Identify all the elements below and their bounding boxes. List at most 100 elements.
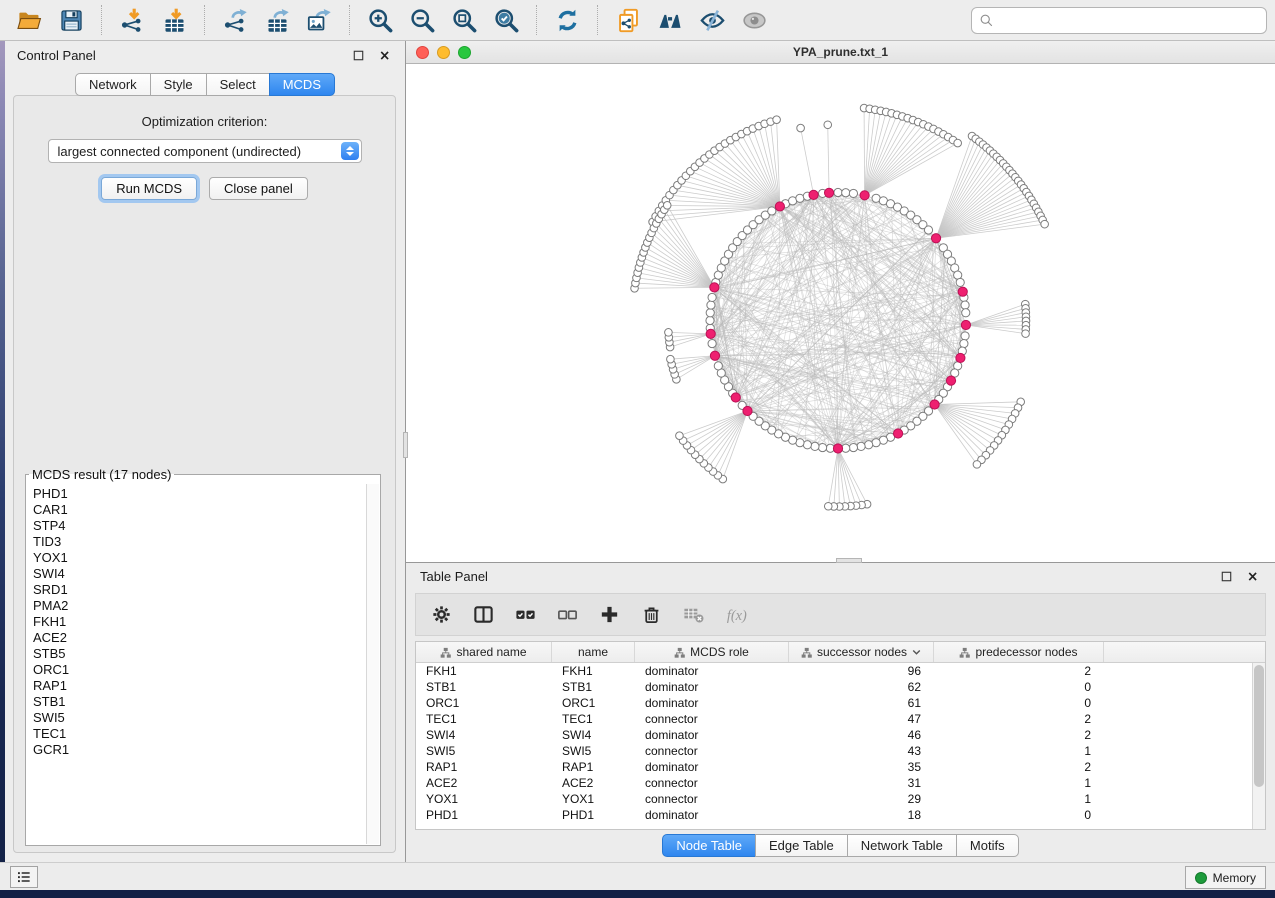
table-cell: connector bbox=[635, 775, 789, 791]
tab-network-table[interactable]: Network Table bbox=[847, 834, 957, 857]
search-input[interactable] bbox=[999, 13, 1259, 28]
column-header-name[interactable]: name bbox=[552, 642, 635, 662]
first-neighbors-icon[interactable] bbox=[654, 4, 686, 36]
import-table-icon[interactable] bbox=[158, 4, 190, 36]
table-cell: dominator bbox=[635, 727, 789, 743]
mcds-result-item[interactable]: PMA2 bbox=[33, 598, 366, 614]
mcds-result-item[interactable]: TEC1 bbox=[33, 726, 366, 742]
table-cell: 0 bbox=[934, 807, 1104, 823]
application-window: Control Panel NetworkStyleSelectMCDS Opt… bbox=[0, 0, 1275, 898]
select-all-icon[interactable] bbox=[512, 601, 539, 628]
settings-gear-icon[interactable] bbox=[428, 601, 455, 628]
toolbar-separator bbox=[349, 5, 350, 35]
close-panel-button[interactable]: Close panel bbox=[209, 177, 308, 200]
network-graph[interactable] bbox=[406, 64, 1275, 562]
mcds-result-item[interactable]: SWI5 bbox=[33, 710, 366, 726]
delete-column-icon[interactable] bbox=[638, 601, 665, 628]
float-panel-icon[interactable] bbox=[349, 46, 367, 64]
mcds-result-item[interactable]: STB1 bbox=[33, 694, 366, 710]
mcds-result-item[interactable]: YOX1 bbox=[33, 550, 366, 566]
export-network-icon[interactable] bbox=[219, 4, 251, 36]
network-canvas[interactable] bbox=[406, 64, 1275, 562]
table-cell: dominator bbox=[635, 695, 789, 711]
memory-button-label: Memory bbox=[1213, 871, 1256, 885]
tab-network[interactable]: Network bbox=[75, 73, 151, 96]
column-layout-icon[interactable] bbox=[470, 601, 497, 628]
hide-selected-icon[interactable] bbox=[696, 4, 728, 36]
node-table: shared namenameMCDS rolesuccessor nodesp… bbox=[415, 641, 1266, 830]
optimization-criterion-value: largest connected component (undirected) bbox=[58, 144, 302, 159]
table-cell: SWI4 bbox=[416, 727, 552, 743]
export-image-icon[interactable] bbox=[303, 4, 335, 36]
horizontal-splitter-handle[interactable] bbox=[836, 558, 862, 563]
table-cell: 35 bbox=[789, 759, 934, 775]
table-row[interactable]: ORC1ORC1dominator610 bbox=[416, 695, 1265, 711]
table-row[interactable]: ACE2ACE2connector311 bbox=[416, 775, 1265, 791]
mcds-result-item[interactable]: ORC1 bbox=[33, 662, 366, 678]
zoom-in-icon[interactable] bbox=[364, 4, 396, 36]
main-toolbar-icons bbox=[8, 4, 775, 36]
table-scrollbar-track[interactable] bbox=[1252, 663, 1265, 829]
close-panel-icon[interactable] bbox=[375, 46, 393, 64]
open-session-icon[interactable] bbox=[13, 4, 45, 36]
import-network-icon[interactable] bbox=[116, 4, 148, 36]
table-row[interactable]: YOX1YOX1connector291 bbox=[416, 791, 1265, 807]
export-table-icon[interactable] bbox=[261, 4, 293, 36]
mcds-result-item[interactable]: FKH1 bbox=[33, 614, 366, 630]
tab-motifs[interactable]: Motifs bbox=[956, 834, 1019, 857]
mcds-result-item[interactable]: PHD1 bbox=[33, 486, 366, 502]
window-minimize-icon[interactable] bbox=[437, 46, 450, 59]
table-cell: FKH1 bbox=[552, 663, 635, 679]
column-header-shared-name[interactable]: shared name bbox=[416, 642, 552, 662]
refresh-layout-icon[interactable] bbox=[551, 4, 583, 36]
save-session-icon[interactable] bbox=[55, 4, 87, 36]
status-bar: Memory bbox=[0, 862, 1275, 890]
tab-edge-table[interactable]: Edge Table bbox=[755, 834, 848, 857]
table-row[interactable]: TEC1TEC1connector472 bbox=[416, 711, 1265, 727]
table-cell: PHD1 bbox=[552, 807, 635, 823]
table-scrollbar-thumb[interactable] bbox=[1254, 665, 1264, 787]
table-float-panel-icon[interactable] bbox=[1217, 567, 1235, 585]
window-maximize-icon[interactable] bbox=[458, 46, 471, 59]
mcds-result-item[interactable]: TID3 bbox=[33, 534, 366, 550]
tab-node-table[interactable]: Node Table bbox=[662, 834, 756, 857]
column-header-mcds-role[interactable]: MCDS role bbox=[635, 642, 789, 662]
table-row[interactable]: PHD1PHD1dominator180 bbox=[416, 807, 1265, 823]
mcds-result-item[interactable]: SWI4 bbox=[33, 566, 366, 582]
table-row[interactable]: RAP1RAP1dominator352 bbox=[416, 759, 1265, 775]
mcds-result-item[interactable]: ACE2 bbox=[33, 630, 366, 646]
delete-table-icon bbox=[680, 601, 707, 628]
run-mcds-button[interactable]: Run MCDS bbox=[101, 177, 197, 200]
table-row[interactable]: FKH1FKH1dominator962 bbox=[416, 663, 1265, 679]
mcds-result-item[interactable]: RAP1 bbox=[33, 678, 366, 694]
clone-network-icon[interactable] bbox=[612, 4, 644, 36]
mcds-result-item[interactable]: STB5 bbox=[33, 646, 366, 662]
mcds-result-item[interactable]: GCR1 bbox=[33, 742, 366, 758]
column-header-successor-nodes[interactable]: successor nodes bbox=[789, 642, 934, 662]
table-row[interactable]: SWI5SWI5connector431 bbox=[416, 743, 1265, 759]
search-box[interactable] bbox=[971, 7, 1267, 34]
memory-button[interactable]: Memory bbox=[1185, 866, 1266, 889]
zoom-out-icon[interactable] bbox=[406, 4, 438, 36]
mcds-result-item[interactable]: STP4 bbox=[33, 518, 366, 534]
zoom-fit-icon[interactable] bbox=[448, 4, 480, 36]
table-row[interactable]: STB1STB1dominator620 bbox=[416, 679, 1265, 695]
tab-style[interactable]: Style bbox=[150, 73, 207, 96]
table-cell: 2 bbox=[934, 711, 1104, 727]
table-close-panel-icon[interactable] bbox=[1243, 567, 1261, 585]
zoom-selected-icon[interactable] bbox=[490, 4, 522, 36]
window-close-icon[interactable] bbox=[416, 46, 429, 59]
tab-select[interactable]: Select bbox=[206, 73, 270, 96]
tab-mcds[interactable]: MCDS bbox=[269, 73, 335, 96]
optimization-criterion-dropdown[interactable]: largest connected component (undirected) bbox=[48, 139, 362, 163]
add-column-icon[interactable] bbox=[596, 601, 623, 628]
table-cell: connector bbox=[635, 743, 789, 759]
mcds-result-scrollbar[interactable] bbox=[366, 484, 379, 844]
mcds-result-item[interactable]: CAR1 bbox=[33, 502, 366, 518]
table-row[interactable]: SWI4SWI4dominator462 bbox=[416, 727, 1265, 743]
task-history-button[interactable] bbox=[10, 866, 38, 888]
mcds-result-item[interactable]: SRD1 bbox=[33, 582, 366, 598]
column-header-predecessor-nodes[interactable]: predecessor nodes bbox=[934, 642, 1104, 662]
vertical-splitter-handle[interactable] bbox=[403, 432, 408, 458]
deselect-all-icon[interactable] bbox=[554, 601, 581, 628]
